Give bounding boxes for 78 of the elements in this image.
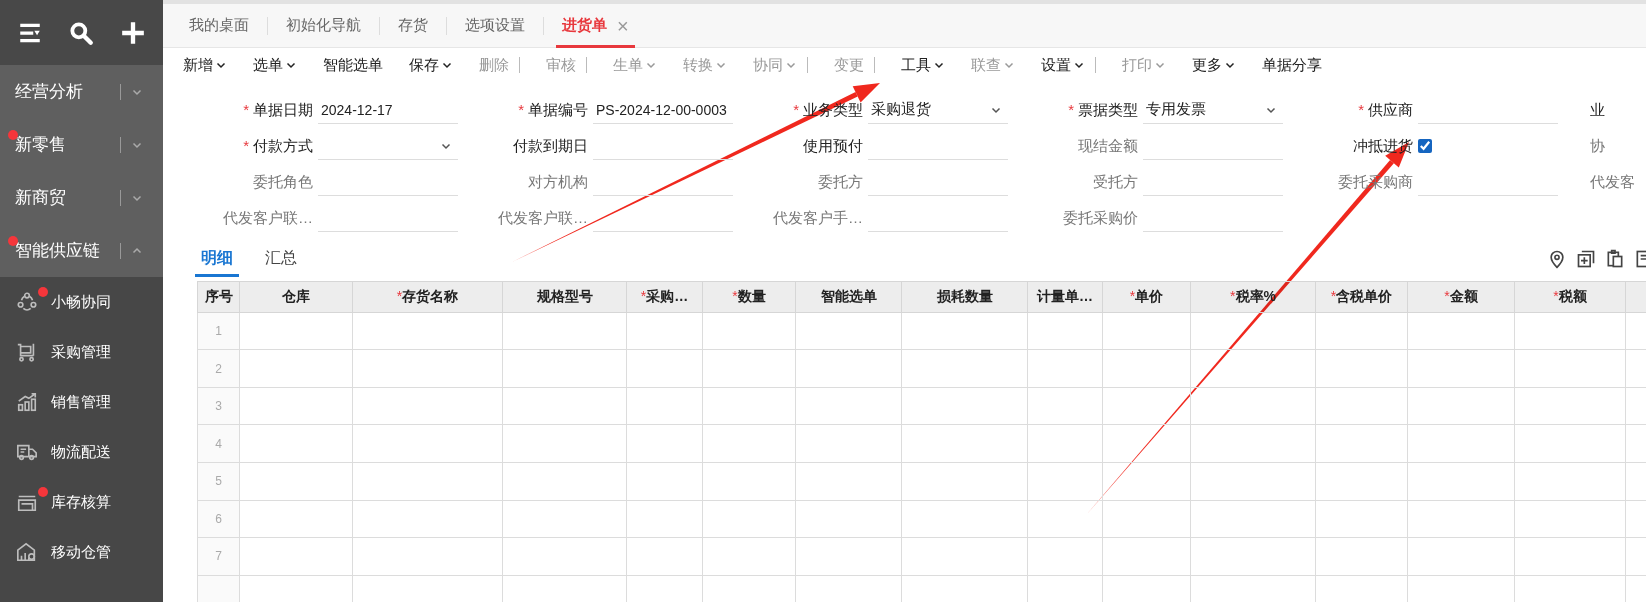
field-label: 代发客户手… xyxy=(772,207,863,228)
field-label: 使用预付 xyxy=(802,135,863,156)
column-header: *税率% xyxy=(1190,281,1316,313)
sidebar-item[interactable]: 物流配送 xyxy=(0,427,163,477)
row-number: 2 xyxy=(214,360,223,378)
field-label: * 单据日期 xyxy=(242,99,313,120)
dropdown-field[interactable]: 采购退货 xyxy=(868,96,1008,124)
sidebar-group[interactable]: 经营分析 xyxy=(0,65,163,118)
sidebar-group[interactable]: 新零售 xyxy=(0,118,163,171)
tab[interactable]: 我的桌面 xyxy=(183,3,255,48)
column-header: 规格型号 xyxy=(502,281,627,313)
row-number: 5 xyxy=(214,473,223,491)
row-number: 3 xyxy=(214,398,223,416)
column-header: 损耗数量 xyxy=(901,281,1028,313)
field-label: * 供应商 xyxy=(1357,99,1413,120)
clipboard-icon[interactable] xyxy=(1605,248,1625,269)
field-label: 代发客户联… xyxy=(497,207,588,228)
column-header: *税额 xyxy=(1514,281,1626,313)
field-label: 现结金额 xyxy=(1077,135,1138,156)
warehouse-icon xyxy=(16,541,38,563)
tab[interactable]: 汇总 xyxy=(259,245,303,277)
checkbox[interactable] xyxy=(1418,139,1432,153)
sidebar-item[interactable]: 销售管理 xyxy=(0,377,163,427)
sidebar-group[interactable]: 新商贸 xyxy=(0,171,163,224)
toolbar-button[interactable]: 选单 xyxy=(245,53,305,77)
toolbar-button[interactable]: 新增 xyxy=(175,53,235,77)
sidebar-item[interactable]: 移动仓管 xyxy=(0,527,163,577)
row-number: 6 xyxy=(214,510,223,528)
column-header: 序号 xyxy=(197,281,240,313)
row-number: 7 xyxy=(214,548,223,566)
column-header: *金额 xyxy=(1407,281,1515,313)
tab[interactable]: 选项设置 xyxy=(459,3,531,48)
field-label: * 票据类型 xyxy=(1067,99,1138,120)
field-label: 委托角色 xyxy=(252,171,313,192)
bar-chart-icon xyxy=(16,391,38,413)
location-pin-icon[interactable] xyxy=(1547,248,1567,269)
field-label: * 付款方式 xyxy=(242,135,313,156)
column-header: 计量单… xyxy=(1027,281,1103,313)
field-label: 业 xyxy=(1590,99,1605,120)
field-label: 代发客户联… xyxy=(222,207,313,228)
input-field[interactable]: PS-2024-12-00-0003 xyxy=(593,96,733,124)
column-header: *存货名称 xyxy=(352,281,503,313)
tab[interactable]: 明细 xyxy=(195,245,239,277)
column-header: *数量 xyxy=(702,281,796,313)
field-label: 对方机构 xyxy=(527,171,588,192)
field-label: 委托采购价 xyxy=(1062,207,1138,228)
toolbar-button[interactable]: 更多 xyxy=(1184,53,1244,77)
sidebar-item[interactable]: 小畅协同 xyxy=(0,277,163,327)
sidebar-item[interactable]: 采购管理 xyxy=(0,327,163,377)
field-label: 委托方 xyxy=(817,171,863,192)
field-label: 付款到期日 xyxy=(512,135,588,156)
column-header: 智能选单 xyxy=(795,281,902,313)
people-icon xyxy=(16,291,38,313)
field-label: * 单据编号 xyxy=(517,99,588,120)
dropdown-field[interactable]: 专用发票 xyxy=(1143,96,1283,124)
tab[interactable]: 存货 xyxy=(392,3,434,48)
row-number: 4 xyxy=(214,435,223,453)
column-header: *单价 xyxy=(1102,281,1191,313)
toolbar-button[interactable]: 智能选单 xyxy=(315,53,391,77)
column-header: *采购… xyxy=(626,281,703,313)
column-header: 仓库 xyxy=(239,281,353,313)
toolbar-button[interactable]: 工具 xyxy=(893,53,953,77)
search-icon[interactable] xyxy=(68,19,95,46)
field-label: 协 xyxy=(1590,135,1605,156)
sidebar-item[interactable]: 库存核算 xyxy=(0,477,163,527)
input-field[interactable]: 2024-12-17 xyxy=(318,96,458,124)
toolbar-button[interactable]: 单据分享 xyxy=(1254,53,1330,77)
toolbar-button[interactable]: 保存 xyxy=(401,53,461,77)
toolbar-button[interactable]: 设置 xyxy=(1033,53,1104,77)
add-copy-icon[interactable] xyxy=(1576,248,1596,269)
tab[interactable]: 进货单 × xyxy=(556,3,635,48)
tab[interactable]: 初始化导航 xyxy=(280,3,367,48)
column-header: *含税单价 xyxy=(1315,281,1408,313)
field-label: 代发客 xyxy=(1590,171,1635,192)
plus-icon[interactable] xyxy=(120,19,147,46)
sidebar-group[interactable]: 智能供应链 xyxy=(0,224,163,277)
field-label: 受托方 xyxy=(1092,171,1138,192)
row-number: 1 xyxy=(214,322,223,340)
